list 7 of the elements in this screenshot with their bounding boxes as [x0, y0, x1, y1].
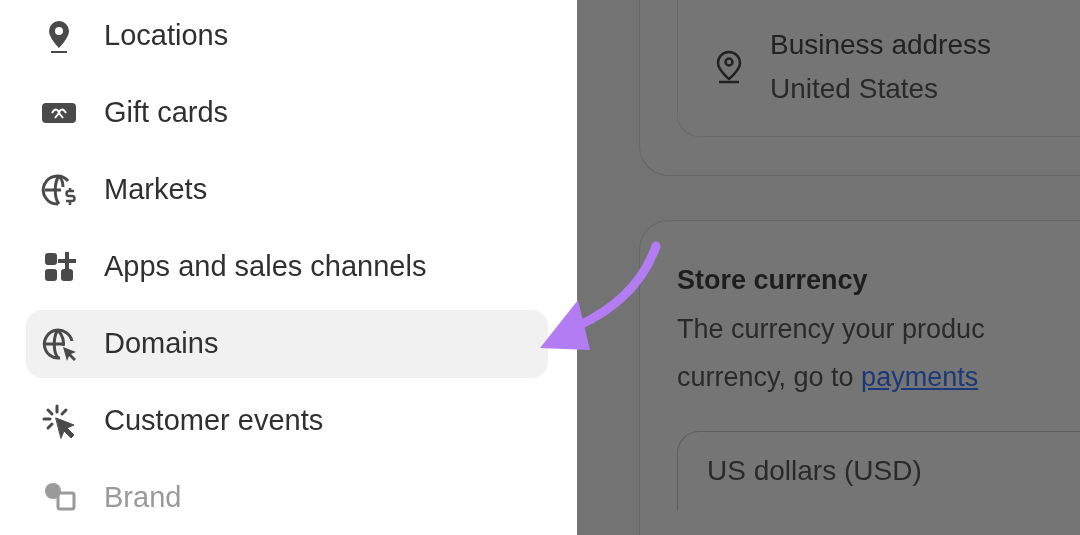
- country-text: United States: [770, 72, 940, 106]
- sidebar-item[interactable]: Domains: [26, 310, 548, 378]
- business-address-label: Business address: [770, 28, 991, 62]
- map-pin-icon: [714, 49, 744, 85]
- currency-description: The currency your produc currency, go to payments: [677, 313, 986, 394]
- section-title: Store currency: [677, 264, 869, 297]
- globe-dollar-icon: [40, 171, 78, 209]
